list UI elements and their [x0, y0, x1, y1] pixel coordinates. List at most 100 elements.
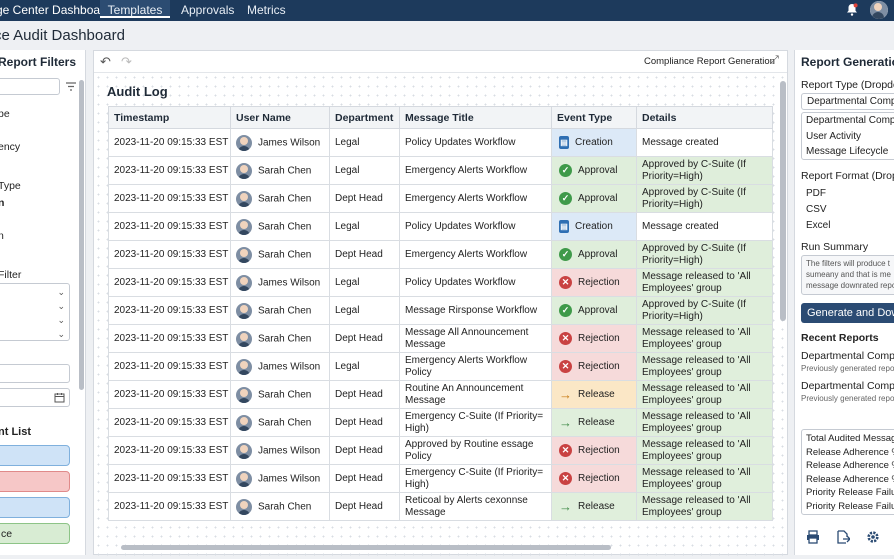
message-title-cell: Emergency Alerts Workflow	[399, 184, 552, 213]
format-option-excel[interactable]: Excel	[806, 220, 830, 231]
user-avatar	[236, 134, 252, 151]
summary-line: sumeany and that is me	[806, 270, 891, 279]
user-name: James Wilson	[258, 445, 321, 457]
user-avatar	[236, 414, 252, 431]
filter-icon[interactable]	[66, 82, 76, 91]
department-cell: Dept Head	[329, 492, 400, 521]
event-type-label: Rejection	[578, 333, 620, 345]
user-name-cell: Sarah Chen	[230, 380, 330, 409]
export-icon[interactable]	[836, 530, 850, 544]
bell-icon[interactable]	[846, 3, 858, 16]
filter-option[interactable]: n	[0, 230, 4, 242]
summary-line: The filters will produce t	[806, 259, 891, 268]
message-title-cell: Policy Updates Workflow	[399, 212, 552, 241]
column-header[interactable]: Event Type	[551, 106, 637, 129]
timestamp-cell: 2023-11-20 09:15:33 EST	[108, 352, 231, 381]
gear-icon[interactable]	[866, 530, 880, 544]
table-horizontal-scrollbar[interactable]	[121, 545, 611, 550]
panel-toolbar: ↶ ↷ Compliance Report Generation ⤢	[94, 51, 787, 73]
table-vertical-scrollbar[interactable]	[780, 81, 786, 321]
details-cell: Message released to 'All Employees' grou…	[636, 436, 773, 465]
message-title-cell: Message Rirsponse Workflow	[399, 296, 552, 325]
report-type-option[interactable]: Departmental Complia	[806, 115, 894, 126]
chevron-down-icon[interactable]: ⌄	[57, 315, 65, 326]
tab-approvals[interactable]: Approvals	[181, 3, 234, 17]
table-row[interactable]: 2023-11-20 09:15:33 EST Sarah Chen Dept He…	[108, 324, 773, 353]
user-avatar[interactable]	[870, 1, 888, 19]
expand-icon[interactable]: ⤢	[770, 54, 779, 67]
event-chip-release[interactable]: ce	[0, 523, 70, 544]
format-option-pdf[interactable]: PDF	[806, 188, 826, 199]
event-type-label: Release	[578, 389, 615, 401]
column-header[interactable]: Details	[636, 106, 773, 129]
user-avatar	[236, 330, 252, 347]
timestamp-cell: 2023-11-20 09:15:33 EST	[108, 128, 231, 157]
table-row[interactable]: 2023-11-20 09:15:33 EST Sarah Chen Dept He…	[108, 408, 773, 437]
date-to-input[interactable]	[0, 388, 70, 407]
undo-icon[interactable]: ↶	[100, 54, 111, 70]
department-select-list[interactable]: ⌄ ⌄ ⌄ ⌄	[0, 283, 70, 341]
page-title: ce Audit Dashboard	[0, 27, 125, 44]
table-row[interactable]: 2023-11-20 09:15:33 EST James Wilson Legal…	[108, 128, 773, 157]
format-option-csv[interactable]: CSV	[806, 204, 827, 215]
timestamp-cell: 2023-11-20 09:15:33 EST	[108, 184, 231, 213]
recent-report-title[interactable]: Departmental Complia	[801, 380, 894, 392]
report-type-option[interactable]: User Activity	[806, 131, 861, 142]
event-chip-rejection[interactable]	[0, 471, 70, 492]
table-row[interactable]: 2023-11-20 09:15:33 EST Sarah Chen Dept He…	[108, 184, 773, 213]
table-row[interactable]: 2023-11-20 09:15:33 EST Sarah Chen Legal Em…	[108, 156, 773, 185]
event-chip-approval[interactable]	[0, 497, 70, 518]
user-name: James Wilson	[258, 277, 321, 289]
table-row[interactable]: 2023-11-20 09:15:33 EST Sarah Chen Dept He…	[108, 380, 773, 409]
user-name-cell: Sarah Chen	[230, 240, 330, 269]
message-title-cell: Routine An Announcement Message	[399, 380, 552, 409]
generate-download-button[interactable]: Generate and Downlo	[801, 303, 894, 323]
column-header[interactable]: Department	[329, 106, 400, 129]
report-type-option[interactable]: Message Lifecycle	[806, 146, 888, 157]
filter-option[interactable]: n	[0, 197, 4, 209]
table-row[interactable]: 2023-11-20 09:15:33 EST James Wilson Dept …	[108, 464, 773, 493]
report-type-select[interactable]: Departmental Complia	[801, 93, 894, 110]
event-type-cell: ▤ Creation	[551, 128, 637, 157]
stat-label: Release Adherence %	[806, 447, 894, 458]
tab-templates[interactable]: Templates	[100, 0, 170, 18]
stat-label: Priority Release Failu	[806, 487, 894, 498]
table-row[interactable]: 2023-11-20 09:15:33 EST James Wilson Dept …	[108, 436, 773, 465]
calendar-icon[interactable]	[54, 392, 65, 403]
redo-icon[interactable]: ↷	[121, 54, 132, 70]
column-header[interactable]: Timestamp	[108, 106, 231, 129]
check-circle-icon: ✓	[559, 303, 572, 317]
event-type-label: Creation	[575, 221, 613, 233]
event-type-cell: → Release	[551, 380, 637, 409]
table-row[interactable]: 2023-11-20 09:15:33 EST Sarah Chen Dept He…	[108, 240, 773, 269]
column-header[interactable]: User Name	[230, 106, 330, 129]
event-chip-creation[interactable]	[0, 445, 70, 466]
print-icon[interactable]	[806, 530, 820, 544]
table-row[interactable]: 2023-11-20 09:15:33 EST Sarah Chen Legal Po…	[108, 212, 773, 241]
chevron-down-icon[interactable]: ⌄	[57, 329, 65, 340]
details-cell: Message released to 'All Employees' grou…	[636, 324, 773, 353]
event-type-cell: ✕ Rejection	[551, 352, 637, 381]
column-header[interactable]: Message Title	[399, 106, 552, 129]
recent-report-title[interactable]: Departmental Complia	[801, 350, 894, 362]
chevron-down-icon[interactable]: ⌄	[57, 301, 65, 312]
event-type-cell: ✓ Approval	[551, 156, 637, 185]
table-row[interactable]: 2023-11-20 09:15:33 EST Sarah Chen Legal Me…	[108, 296, 773, 325]
filters-heading: Report Filters	[0, 55, 77, 69]
details-cell: Message created	[636, 212, 773, 241]
table-row[interactable]: 2023-11-20 09:15:33 EST Sarah Chen Dept He…	[108, 492, 773, 521]
left-scrollbar[interactable]	[79, 80, 84, 390]
table-row[interactable]: 2023-11-20 09:15:33 EST James Wilson Legal…	[108, 268, 773, 297]
chevron-down-icon[interactable]: ⌄	[57, 287, 65, 298]
filter-search-input[interactable]	[0, 78, 60, 95]
arrow-right-icon: →	[559, 498, 572, 514]
table-row[interactable]: 2023-11-20 09:15:33 EST James Wilson Legal…	[108, 352, 773, 381]
tab-metrics[interactable]: Metrics	[247, 3, 286, 17]
department-cell: Legal	[329, 128, 400, 157]
department-cell: Legal	[329, 352, 400, 381]
message-title-cell: Emergency C-Suite (If Priority= High)	[399, 408, 552, 437]
check-circle-icon: ✓	[559, 191, 572, 205]
timestamp-cell: 2023-11-20 09:15:33 EST	[108, 492, 231, 521]
date-from-input[interactable]	[0, 364, 70, 383]
stat-label: Priority Release Failu	[806, 501, 894, 512]
